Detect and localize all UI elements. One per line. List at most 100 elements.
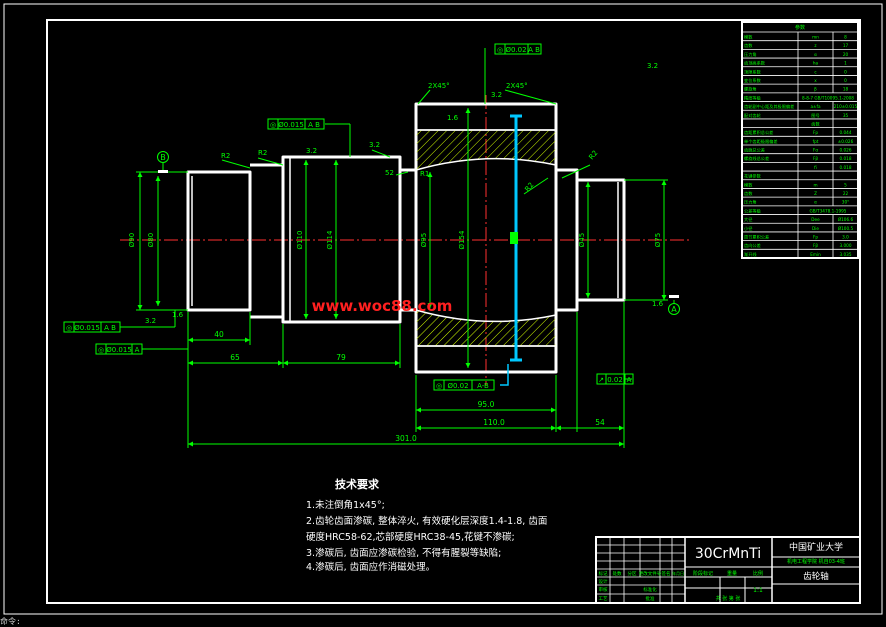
svg-text:2X45°: 2X45°	[428, 82, 450, 90]
gear-table-cell-value: 1	[844, 61, 847, 66]
svg-text:Ø0.015: Ø0.015	[278, 121, 304, 129]
svg-text:3.2: 3.2	[306, 147, 317, 155]
svg-text:R1: R1	[420, 170, 429, 178]
datum-a: A	[668, 295, 680, 315]
gear-table-cell-value: 0.018	[840, 165, 852, 170]
class-text: 机电工程学院 机自03-4班	[787, 558, 845, 565]
fcf-top-center: ◎ Ø0.02 A B	[494, 43, 542, 55]
material-text: 30CrMnTi	[695, 546, 761, 562]
svg-text:◎: ◎	[66, 324, 72, 332]
command-line[interactable]: 命令:	[0, 616, 886, 627]
key-marker	[510, 232, 518, 244]
title-block-text: 30CrMnTi 中国矿业大学 机电工程学院 机自03-4班 齿轮轴 阶段标记 …	[599, 541, 845, 602]
tech-req-title: 技术要求	[335, 477, 380, 491]
gear-table-cell-name: 公差等级	[744, 207, 762, 214]
gear-table-cell-name: 模数	[744, 34, 753, 41]
gear-table-cell-symbol: Fβ	[813, 243, 818, 248]
dimension-values: 40 65 79 95.0 110.0 54 301.0	[214, 330, 605, 443]
gear-table-cell-symbol: Emin	[810, 252, 821, 257]
svg-text:◎: ◎	[270, 121, 276, 129]
svg-text:Ø110: Ø110	[296, 231, 304, 250]
gear-table-cell-symbol: a±fa	[810, 104, 821, 109]
cad-drawing-canvas[interactable]: B A ◎ Ø0.02 A B ◎ Ø0.015 A B ◎ Ø0.015 A …	[0, 0, 886, 627]
gear-table-cell-value: Ø100.5	[838, 226, 854, 231]
gear-table-cell-symbol: Fp	[813, 130, 818, 135]
role-review: 审核	[599, 586, 608, 593]
svg-text:Ø45: Ø45	[578, 233, 586, 247]
fcf-gear-bottom: ◎ Ø0.02 A-B	[433, 379, 495, 391]
gear-table-cell-value: 22	[843, 191, 849, 196]
hdr-count: 处数	[613, 570, 622, 577]
gear-table-cell-value: 0	[844, 69, 847, 74]
role-process: 工艺	[599, 596, 608, 602]
svg-text:Ø90: Ø90	[128, 233, 136, 247]
gear-table-cell-symbol: x	[814, 78, 817, 83]
svg-text:Ø0.02: Ø0.02	[447, 382, 468, 390]
gear-table-cell-name: 齿顶高系数	[744, 60, 766, 67]
svg-text:A B: A B	[528, 46, 540, 54]
svg-text:110.0: 110.0	[483, 418, 505, 427]
stage-header-3: 比例	[753, 570, 763, 577]
svg-text:52: 52	[385, 169, 394, 177]
svg-text:79: 79	[336, 353, 346, 362]
fcf-left-upper: ◎ Ø0.015 A B	[267, 118, 325, 130]
svg-text:3.2: 3.2	[145, 317, 156, 325]
gear-table-cell-value: 210±0.015	[834, 104, 858, 109]
svg-text:◎: ◎	[436, 382, 442, 390]
svg-text:40: 40	[214, 330, 224, 339]
svg-text:Ø114: Ø114	[326, 230, 334, 249]
gear-table-cell-value: 8	[844, 35, 847, 40]
gear-table-cell-value: Ø106.6	[838, 217, 854, 222]
gear-table-cell-name: 渐开线	[744, 251, 757, 258]
svg-text:Ø0.015: Ø0.015	[74, 324, 100, 332]
hdr-mark: 标记	[599, 570, 608, 577]
gear-table-cell-value: 8-8-7 GB/T10095.1-2008	[802, 95, 854, 100]
gear-table-cell-symbol: 齿数	[811, 120, 820, 127]
gear-table-cell-name: 精度等级	[744, 94, 762, 101]
svg-text:0.02: 0.02	[607, 376, 623, 384]
gear-table-cell-value: 5	[844, 182, 847, 187]
hdr-doc: 更改文件号	[639, 570, 662, 577]
gear-table-cell-name: 齿廓总公差	[744, 147, 765, 154]
gear-table-cell-value: 18	[843, 87, 849, 92]
gear-table-cell-symbol: c	[814, 69, 817, 74]
svg-text:A-B: A-B	[477, 382, 489, 390]
datum-b: B	[157, 151, 169, 173]
gear-table-cell-symbol: z	[814, 43, 817, 48]
university-text: 中国矿业大学	[789, 541, 843, 553]
gear-table-cell-value: 0	[844, 78, 847, 83]
svg-text:◎: ◎	[98, 346, 104, 354]
gear-table-cell-value: 3.0	[842, 234, 849, 239]
gear-table-cell-value: ±0.026	[838, 139, 854, 144]
svg-text:◎: ◎	[497, 46, 503, 54]
gear-table-cell-name: 压力角	[744, 199, 757, 206]
gear-table-cell-value: 17	[843, 43, 849, 48]
svg-text:1.6: 1.6	[652, 300, 664, 308]
gear-table-cell-value: 3.035	[840, 252, 852, 257]
svg-text:R2: R2	[587, 149, 599, 161]
gear-table-cell-symbol: fpt	[813, 139, 819, 144]
svg-text:A B: A B	[308, 121, 320, 129]
tech-req-line-1: 1.未注倒角1x45°;	[306, 499, 385, 511]
gear-table-cell-name: 小径	[744, 225, 752, 232]
watermark-text: www.woc88.com	[312, 297, 453, 315]
svg-text:Ø95: Ø95	[420, 233, 428, 247]
role-design: 设计	[599, 578, 608, 585]
gear-table-cell-value: 0.026	[840, 148, 852, 153]
svg-text:65: 65	[230, 353, 240, 362]
gear-table-cell-symbol: mn	[812, 35, 819, 40]
gear-table-title: 参数	[795, 24, 805, 31]
gear-table-cell-symbol: Dee	[811, 217, 820, 222]
sheet-count: 共 张 第 张	[716, 595, 741, 602]
hdr-date: 年月日	[672, 570, 684, 576]
gear-table-cell-name: 配对齿轮	[744, 112, 762, 119]
gear-table-cell-symbol: α	[814, 52, 817, 57]
fcf-left-low: ◎ Ø0.015 A	[95, 343, 143, 355]
gear-table-cell-symbol: Fα	[813, 148, 818, 153]
svg-text:3.2: 3.2	[369, 141, 380, 149]
scale-value: 1:1	[753, 587, 763, 594]
svg-text:54: 54	[595, 418, 605, 427]
gear-table-cell-value: 0.044	[840, 130, 852, 135]
gear-table-cell-name: 齿轮副中心距及其极限偏差	[744, 103, 794, 110]
gear-table-cell-name: 螺旋线总公差	[744, 155, 769, 162]
